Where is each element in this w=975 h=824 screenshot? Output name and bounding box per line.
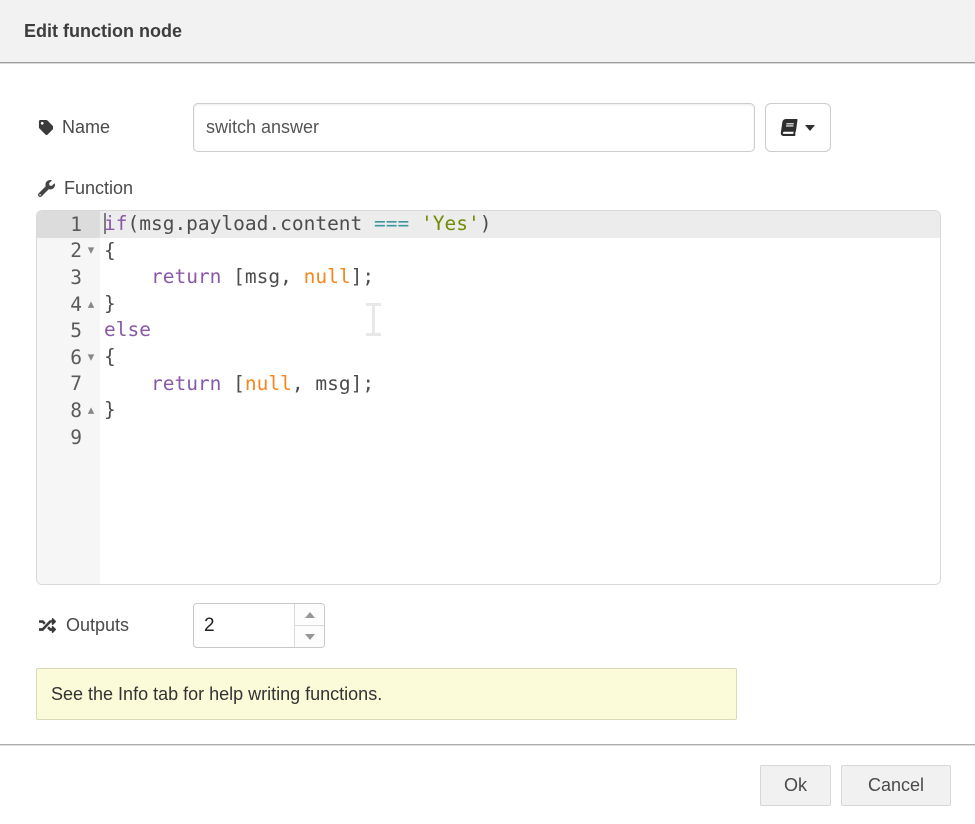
name-label: Name (38, 103, 110, 152)
ok-button[interactable]: Ok (760, 765, 831, 806)
outputs-label-text: Outputs (66, 615, 129, 636)
outputs-label: Outputs (38, 603, 129, 648)
code-line[interactable]: if(msg.payload.content === 'Yes') (100, 211, 940, 238)
outputs-spinner (193, 603, 325, 648)
code-line[interactable]: { (100, 238, 940, 265)
editor-gutter: 12▾34▴56▾78▴9 (37, 211, 100, 584)
caret-up-icon (305, 612, 315, 618)
code-line[interactable]: } (100, 291, 940, 318)
library-dropdown-button[interactable] (765, 103, 831, 152)
fold-widget-icon[interactable]: ▴ (82, 298, 100, 311)
cancel-button[interactable]: Cancel (841, 765, 951, 806)
form-tip-text: See the Info tab for help writing functi… (51, 684, 382, 705)
spinner-down-button[interactable] (295, 626, 324, 647)
fold-widget-icon[interactable]: ▴ (82, 404, 100, 417)
fold-widget-icon[interactable]: ▾ (82, 244, 100, 257)
name-label-text: Name (62, 117, 110, 138)
form-tip: See the Info tab for help writing functi… (36, 668, 737, 720)
code-line[interactable] (100, 424, 940, 451)
editor-code[interactable]: if(msg.payload.content === 'Yes'){ retur… (100, 211, 940, 584)
code-line[interactable]: return [null, msg]; (100, 371, 940, 398)
outputs-input[interactable] (194, 604, 294, 647)
line-number: 1 (37, 213, 82, 236)
random-icon (38, 617, 57, 634)
caret-down-icon (305, 634, 315, 640)
tag-icon (38, 120, 53, 135)
line-number: 6 (37, 346, 82, 369)
spinner-up-button[interactable] (295, 604, 324, 626)
function-label-text: Function (64, 178, 133, 199)
code-line[interactable]: { (100, 344, 940, 371)
code-line[interactable]: else (100, 317, 940, 344)
function-label: Function (38, 176, 133, 200)
wrench-icon (38, 180, 55, 197)
line-number: 9 (37, 426, 82, 449)
code-line[interactable]: return [msg, null]; (100, 264, 940, 291)
spinner-buttons (294, 604, 324, 647)
function-code-editor[interactable]: 12▾34▴56▾78▴9 if(msg.payload.content ===… (36, 210, 941, 585)
line-number: 2 (37, 239, 82, 262)
code-line[interactable]: } (100, 397, 940, 424)
line-number: 3 (37, 266, 82, 289)
dialog-title: Edit function node (24, 21, 182, 42)
book-icon (780, 119, 798, 136)
caret-down-icon (805, 125, 815, 131)
fold-widget-icon[interactable]: ▾ (82, 351, 100, 364)
dialog-header: Edit function node (0, 0, 975, 63)
line-number: 8 (37, 399, 82, 422)
name-input[interactable] (193, 103, 755, 152)
line-number: 5 (37, 319, 82, 342)
line-number: 7 (37, 372, 82, 395)
line-number: 4 (37, 293, 82, 316)
footer-divider (0, 744, 975, 745)
